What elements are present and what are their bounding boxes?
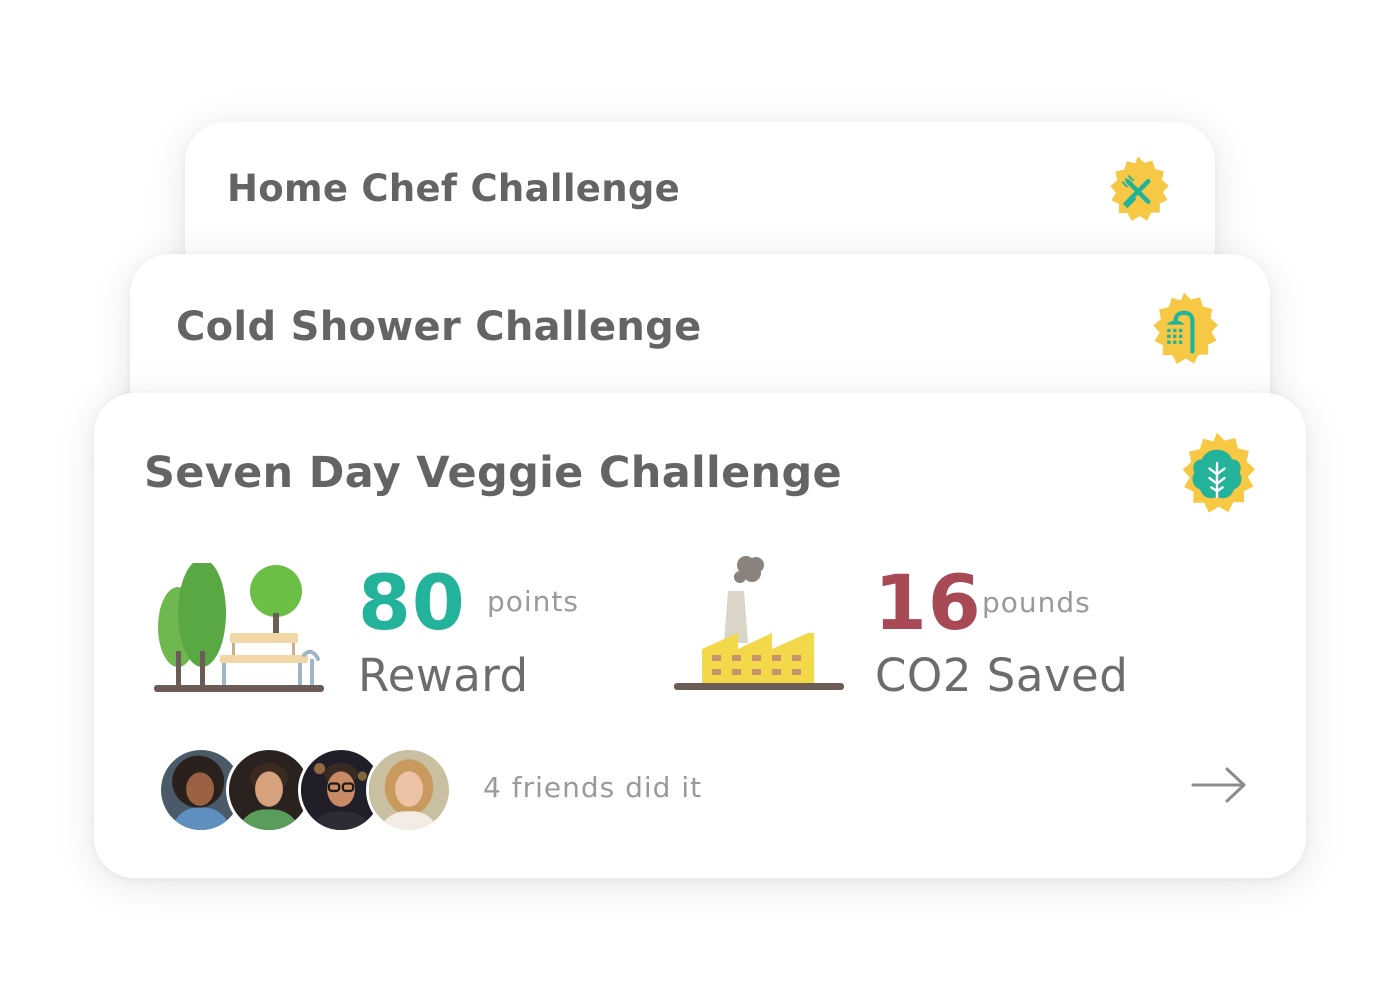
shower-icon bbox=[1142, 291, 1226, 375]
challenge-card-veggie[interactable]: Seven Day Veggie Challenge 80 points Rew… bbox=[94, 393, 1306, 878]
co2-unit: pounds bbox=[982, 586, 1091, 619]
co2-label: CO2 Saved bbox=[875, 649, 1129, 702]
reward-label: Reward bbox=[358, 649, 529, 702]
challenge-title: Seven Day Veggie Challenge bbox=[144, 448, 843, 498]
factory-illustration bbox=[672, 553, 846, 695]
challenge-title: Home Chef Challenge bbox=[227, 167, 681, 210]
friends-count-text: 4 friends did it bbox=[483, 771, 703, 804]
co2-value: 16 bbox=[874, 558, 982, 647]
challenge-stack: Home Chef Challenge Cold Shower Challeng… bbox=[0, 0, 1400, 1000]
friends-row: 4 friends did it bbox=[158, 747, 1258, 837]
reward-value: 80 bbox=[358, 558, 466, 647]
arrow-right-icon[interactable] bbox=[1189, 763, 1249, 807]
park-illustration bbox=[152, 559, 328, 695]
friend-avatar-4[interactable] bbox=[366, 747, 452, 833]
utensils-icon bbox=[1100, 155, 1176, 231]
reward-unit: points bbox=[487, 585, 579, 618]
leaf-icon bbox=[1170, 431, 1264, 525]
challenge-title: Cold Shower Challenge bbox=[176, 304, 702, 350]
